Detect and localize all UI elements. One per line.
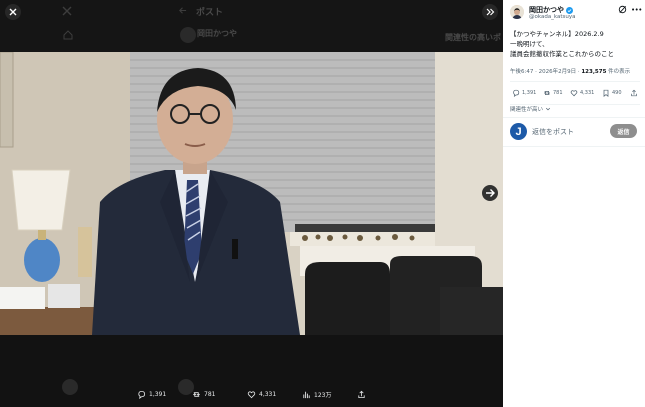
bookmark-button[interactable]: 490 — [602, 89, 622, 97]
background-back-arrow-icon — [179, 7, 187, 14]
like-count: 4,331 — [580, 90, 595, 96]
post-text-line: 【かつやチャンネル】2026.2.9 — [510, 30, 604, 38]
background-avatar — [180, 27, 196, 43]
divider — [503, 117, 645, 118]
more-options-icon[interactable]: ••• — [631, 6, 642, 14]
repost-icon — [193, 392, 200, 397]
share-icon — [631, 89, 637, 97]
views-icon — [303, 391, 310, 399]
author-avatar[interactable] — [510, 5, 524, 19]
repost-icon — [543, 91, 551, 95]
background-trending-label: 関連性の高いポ — [445, 33, 501, 42]
share-icon — [358, 390, 365, 399]
background-page-header: ポスト 岡田かつや 関連性の高いポ — [0, 0, 503, 52]
close-icon — [9, 8, 17, 16]
post-action-bar: 1,391 781 4,331 490 — [510, 89, 640, 101]
arrow-right-icon — [486, 189, 495, 197]
background-post-label: ポスト — [196, 8, 224, 18]
post-view-count: 123,575 — [581, 69, 607, 75]
viewer-repost-button[interactable]: 781 — [192, 390, 215, 399]
post-timestamp[interactable]: 午後6:47 · 2026年2月9日 · — [510, 69, 581, 75]
post-text-line: 一晩明けて、 — [510, 40, 549, 48]
like-icon — [247, 391, 256, 399]
current-user-avatar: J — [510, 123, 527, 140]
post-photo[interactable] — [0, 52, 503, 335]
next-image-button[interactable] — [482, 185, 498, 201]
post-view-suffix: 件の表示 — [606, 69, 631, 75]
like-icon — [570, 90, 578, 97]
reply-icon — [513, 89, 520, 97]
reply-input[interactable]: 返信をポスト — [532, 127, 574, 137]
like-button[interactable]: 4,331 — [570, 89, 594, 97]
reply-count: 1,391 — [522, 90, 537, 96]
background-author-name: 岡田かつや — [197, 29, 237, 38]
grok-icon[interactable] — [618, 5, 627, 14]
viewer-reply-count: 1,391 — [149, 391, 167, 398]
reply-submit-button[interactable]: 返信 — [610, 124, 637, 138]
viewer-share-button[interactable] — [357, 390, 366, 399]
divider — [510, 81, 640, 82]
reply-sort-dropdown[interactable]: 関連性が高い — [510, 105, 551, 113]
viewer-views-count: 123万 — [314, 392, 332, 399]
viewer-like-button[interactable]: 4,331 — [247, 390, 276, 399]
reply-button[interactable]: 1,391 — [512, 89, 536, 97]
post-meta: 午後6:47 · 2026年2月9日 · 123,575 件の表示 — [510, 67, 630, 75]
viewer-action-bar: 1,391 781 4,331 123万 — [0, 386, 503, 406]
expand-panel-button[interactable] — [482, 4, 498, 20]
reply-icon — [138, 390, 146, 399]
background-x-logo-icon — [62, 6, 72, 16]
viewer-views-button[interactable]: 123万 — [302, 390, 331, 399]
background-home-icon — [63, 30, 73, 40]
double-chevron-right-icon — [486, 8, 495, 16]
viewer-reply-button[interactable]: 1,391 — [137, 390, 166, 399]
repost-count: 781 — [553, 90, 563, 96]
author-avatar-image — [510, 6, 524, 19]
post-text-line: 議員会館撤収作業とこれからのこと — [510, 50, 614, 58]
close-button[interactable] — [5, 4, 21, 20]
bookmark-icon — [603, 89, 609, 97]
post-detail-panel: 岡田かつや @okada_katsuya ••• 【かつやチャンネル】2026.… — [503, 0, 645, 407]
reply-sort-label: 関連性が高い — [510, 107, 544, 113]
chevron-down-icon — [545, 107, 551, 111]
author-handle[interactable]: @okada_katsuya — [529, 14, 576, 20]
verified-badge-icon — [566, 6, 573, 14]
media-viewer: ポスト 岡田かつや 関連性の高いポ 1,391 781 4,331 123万 — [0, 0, 503, 407]
divider — [503, 146, 645, 147]
bookmark-count: 490 — [612, 90, 622, 96]
share-button[interactable] — [630, 89, 638, 97]
repost-button[interactable]: 781 — [543, 89, 563, 97]
viewer-like-count: 4,331 — [259, 391, 277, 398]
photo-illustration — [0, 52, 503, 335]
post-body: 【かつやチャンネル】2026.2.9 一晩明けて、 議員会館撤収作業とこれからの… — [510, 29, 640, 59]
viewer-repost-count: 781 — [204, 391, 216, 398]
